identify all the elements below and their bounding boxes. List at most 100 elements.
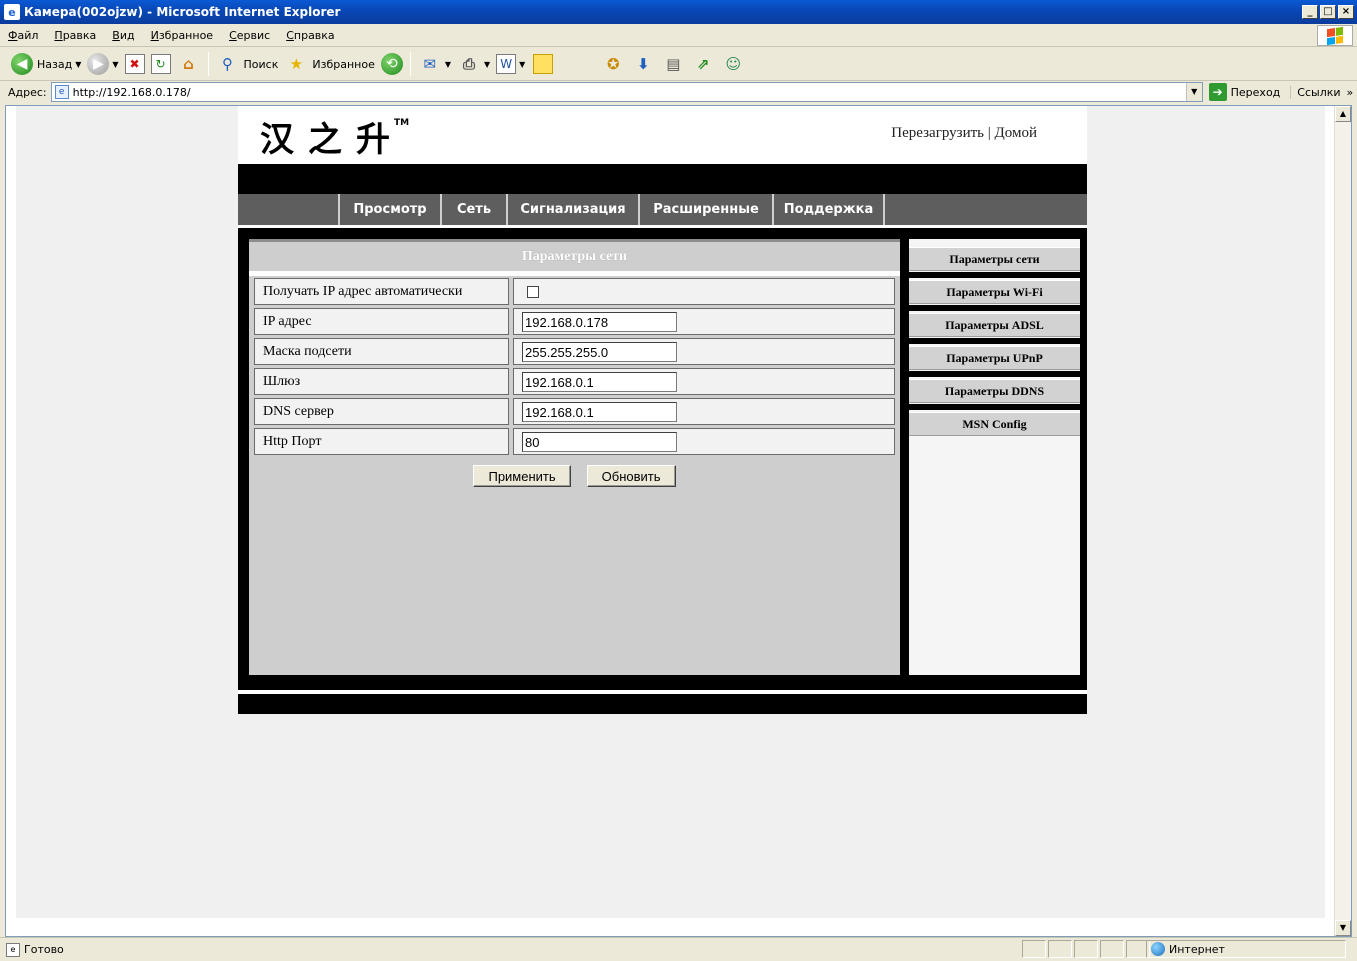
http-port-input[interactable] — [522, 432, 677, 452]
bookmark-button[interactable]: ✪ — [598, 50, 628, 78]
favorites-button[interactable]: ★ Избранное — [281, 50, 377, 78]
stop-button[interactable]: ✖ — [122, 50, 148, 78]
dns-server-input[interactable] — [522, 402, 677, 422]
mail-dropdown-icon[interactable]: ▼ — [445, 60, 451, 69]
windows-logo-icon — [1317, 25, 1353, 46]
home-link[interactable]: Домой — [995, 125, 1037, 141]
ip-label: IP адрес — [254, 308, 509, 335]
side-gap — [909, 338, 1080, 344]
tab-view[interactable]: Просмотр — [338, 194, 440, 225]
address-label: Адрес: — [8, 85, 47, 99]
dhcp-checkbox[interactable] — [527, 286, 539, 298]
main-nav: Просмотр Сеть Сигнализация Расширенные П… — [238, 194, 1087, 225]
forward-dropdown-icon[interactable]: ▼ — [112, 60, 118, 69]
menu-file[interactable]: Файл — [0, 29, 46, 42]
toolbar: ◀ Назад ▼ ▶ ▼ ✖ ↻ ⌂ ⚲ Поиск ★ Избранное … — [0, 48, 1357, 81]
back-button[interactable]: ◀ Назад ▼ — [8, 50, 84, 78]
ie-icon: e — [4, 4, 20, 20]
dhcp-cell — [513, 278, 895, 305]
side-item-upnp[interactable]: Параметры UPnP — [909, 346, 1080, 370]
scroll-down-icon[interactable]: ▼ — [1335, 920, 1351, 936]
gateway-input[interactable] — [522, 372, 677, 392]
gateway-cell — [513, 368, 895, 395]
history-button[interactable]: ⟲ — [378, 50, 406, 78]
page-status-icon: e — [6, 942, 20, 957]
messenger-button[interactable]: ☺ — [718, 50, 748, 78]
form-row-port: Http Порт — [254, 428, 895, 455]
side-item-wifi[interactable]: Параметры Wi-Fi — [909, 280, 1080, 304]
word-icon: W — [496, 54, 517, 74]
note-icon — [531, 52, 555, 76]
status-cell — [1074, 940, 1098, 958]
tab-support[interactable]: Поддержка — [772, 194, 883, 225]
status-cell — [1022, 940, 1046, 958]
port-label: Http Порт — [254, 428, 509, 455]
mail-icon: ✉ — [423, 55, 437, 73]
status-text: Готово — [24, 943, 64, 956]
print-dropdown-icon[interactable]: ▼ — [484, 60, 490, 69]
scroll-up-icon[interactable]: ▲ — [1335, 106, 1351, 122]
side-menu: Параметры сети Параметры Wi-Fi Параметры… — [909, 239, 1080, 675]
edit-button[interactable]: W ▼ — [493, 50, 528, 78]
home-button[interactable]: ⌂ — [174, 50, 204, 78]
print-button[interactable]: ⎙ ▼ — [454, 50, 493, 78]
maximize-button[interactable]: □ — [1320, 5, 1336, 19]
toolbar-separator — [207, 52, 209, 76]
form-divider — [249, 271, 900, 276]
download-button[interactable]: ⬇ — [628, 50, 658, 78]
search-button[interactable]: ⚲ Поиск — [213, 50, 282, 78]
address-dropdown-icon[interactable]: ▼ — [1185, 83, 1202, 101]
address-input[interactable]: e http://192.168.0.178/ ▼ — [50, 82, 1203, 102]
form-row-ip: IP адрес — [254, 308, 895, 335]
menu-edit[interactable]: Правка — [46, 29, 104, 42]
search-icon: ⚲ — [222, 55, 234, 73]
security-zone: Интернет — [1146, 940, 1346, 958]
forward-button[interactable]: ▶ ▼ — [84, 50, 121, 78]
toolbar-separator — [409, 52, 411, 76]
side-item-ddns[interactable]: Параметры DDNS — [909, 379, 1080, 403]
refresh-form-button[interactable]: Обновить — [586, 465, 676, 487]
refresh-button[interactable]: ↻ — [148, 50, 174, 78]
zone-text: Интернет — [1169, 942, 1225, 956]
apply-button[interactable]: Применить — [473, 465, 571, 487]
go-button[interactable]: ➔ Переход — [1208, 83, 1280, 101]
sync-button[interactable]: ⇗ — [688, 50, 718, 78]
subnet-mask-input[interactable] — [522, 342, 677, 362]
notes-button[interactable] — [528, 50, 558, 78]
status-bar: e Готово Интернет — [0, 937, 1357, 961]
reboot-link[interactable]: Перезагрузить — [891, 125, 984, 141]
address-url[interactable]: http://192.168.0.178/ — [73, 86, 191, 99]
links-button[interactable]: Ссылки » — [1290, 85, 1353, 99]
minimize-button[interactable]: _ — [1302, 5, 1318, 19]
tab-advanced[interactable]: Расширенные — [638, 194, 772, 225]
sync-icon: ⇗ — [697, 55, 710, 73]
menu-help[interactable]: Справка — [278, 29, 342, 42]
form-row-dns: DNS сервер — [254, 398, 895, 425]
mask-label: Маска подсети — [254, 338, 509, 365]
vertical-scrollbar[interactable]: ▲ ▼ — [1334, 106, 1351, 936]
close-button[interactable]: × — [1338, 5, 1354, 19]
star-icon: ★ — [289, 55, 304, 73]
edit-dropdown-icon[interactable]: ▼ — [519, 60, 525, 69]
side-item-adsl[interactable]: Параметры ADSL — [909, 313, 1080, 337]
tab-network[interactable]: Сеть — [440, 194, 506, 225]
address-bar: Адрес: e http://192.168.0.178/ ▼ ➔ Перех… — [0, 81, 1357, 103]
back-dropdown-icon[interactable]: ▼ — [75, 60, 81, 69]
stop-icon: ✖ — [124, 54, 145, 74]
side-item-network[interactable]: Параметры сети — [909, 247, 1080, 271]
form-buttons: Применить Обновить — [249, 465, 900, 487]
side-gap — [909, 371, 1080, 377]
menu-tools[interactable]: Сервис — [221, 29, 278, 42]
research-button[interactable]: ▤ — [658, 50, 688, 78]
port-cell — [513, 428, 895, 455]
ip-address-input[interactable] — [522, 312, 677, 332]
menu-favorites[interactable]: Избранное — [143, 29, 221, 42]
tab-alarm[interactable]: Сигнализация — [506, 194, 638, 225]
browser-viewport: 汉之升TM Перезагрузить | Домой Просмотр Сет… — [5, 105, 1352, 937]
ip-cell — [513, 308, 895, 335]
menu-view[interactable]: Вид — [104, 29, 142, 42]
side-item-msn[interactable]: MSN Config — [909, 412, 1080, 436]
form-row-mask: Маска подсети — [254, 338, 895, 365]
messenger-icon: ☺ — [725, 55, 742, 73]
mail-button[interactable]: ✉ ▼ — [415, 50, 454, 78]
